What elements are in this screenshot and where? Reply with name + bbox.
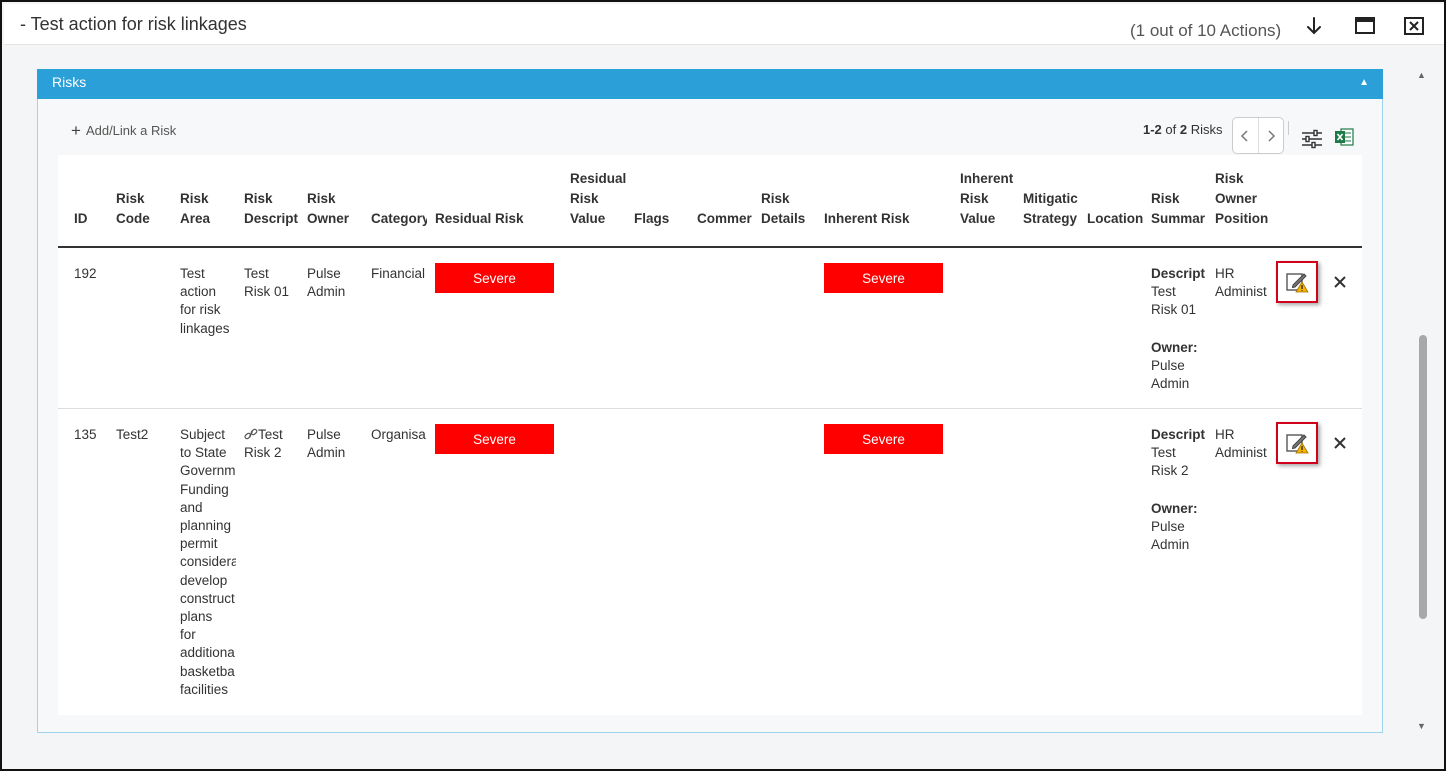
cell-risk-owner: Pulse Admin (307, 427, 346, 461)
col-risk-owner-position[interactable]: Risk Owner Position (1215, 169, 1277, 229)
cell-category: Organisa (371, 427, 426, 442)
maximize-icon[interactable] (1354, 15, 1376, 37)
edit-risk-button[interactable] (1276, 422, 1318, 464)
summary-description-label: Descript (1151, 266, 1206, 281)
risks-panel-title: Risks (52, 74, 87, 90)
col-risk-details[interactable]: Risk Details (761, 189, 821, 229)
cell-risk-area: Test action for risk linkages (180, 266, 230, 336)
plus-icon: + (71, 121, 81, 140)
add-link-risk-label: Add/Link a Risk (85, 123, 177, 138)
cell-risk-description-line-2: Risk 2 (244, 445, 282, 461)
cell-id: 192 (74, 266, 97, 281)
toolbar-divider (1288, 121, 1289, 135)
cell-risk-description-line-1: Test (258, 427, 283, 442)
excel-icon[interactable] (1334, 127, 1354, 147)
col-mitigation-strategy[interactable]: Mitigatic Strategy (1023, 189, 1079, 229)
remove-risk-close-icon[interactable] (1333, 275, 1347, 289)
risks-table: ID Risk Code Risk Area Risk Descript Risk Ow… (58, 155, 1362, 715)
cell-risk-summary: Descript Test Risk 2 Owner: Pulse Admin (1151, 426, 1207, 554)
cell-risk-owner-position: HR Administ (1215, 427, 1267, 461)
chevron-left-icon (1241, 129, 1248, 142)
modal-header: - Test action for risk linkages (1 out o… (4, 4, 1444, 45)
col-flags[interactable]: Flags (634, 209, 694, 229)
col-inherent-risk[interactable]: Inherent Risk (824, 209, 944, 229)
edit-risk-button[interactable] (1276, 261, 1318, 303)
col-risk-owner[interactable]: Risk Owner (307, 189, 365, 229)
modal-window: - Test action for risk linkages (1 out o… (0, 0, 1446, 771)
table-row[interactable]: 135 Test2 Subject to State Governm Funding a… (58, 409, 1362, 715)
pager-of: of (1165, 122, 1177, 137)
cell-risk-code: Test2 (116, 427, 149, 442)
summary-owner: Pulse Admin (1151, 518, 1190, 553)
cell-risk-area: Subject to State Governm Funding and planning… (180, 427, 236, 697)
col-location[interactable]: Location (1087, 209, 1145, 229)
cell-risk-description: Test Risk 01 (244, 266, 290, 300)
summary-description: Test Risk 01 (1151, 284, 1197, 318)
col-risk-code[interactable]: Risk Code (116, 189, 176, 229)
col-residual-risk-value[interactable]: Residual Risk Value (570, 169, 630, 229)
table-row[interactable]: 192 Test action for risk linkages Test Risk … (58, 248, 1362, 409)
residual-risk-badge: Severe (435, 263, 554, 293)
scroll-up-arrow-icon[interactable]: ▲ (1417, 70, 1426, 80)
risks-panel-body: + Add/Link a Risk 1-2 of 2 Risks ID Risk… (37, 99, 1383, 733)
action-counter: (1 out of 10 Actions) (1130, 21, 1282, 40)
prev-page-button[interactable] (1233, 118, 1258, 153)
cell-id: 135 (74, 427, 97, 442)
collapse-caret-icon[interactable]: ▲ (1359, 77, 1369, 88)
col-inherent-risk-value[interactable]: Inherent Risk Value (960, 169, 1020, 229)
col-residual-risk[interactable]: Residual Risk (435, 209, 555, 229)
col-id[interactable]: ID (74, 209, 112, 229)
col-comments[interactable]: Commer (697, 209, 753, 229)
link-icon (244, 428, 258, 440)
cell-risk-summary: Descript Test Risk 01 Owner: Pulse Admin (1151, 265, 1207, 393)
cell-risk-description[interactable]: Test Risk 2 (244, 426, 300, 462)
edit-warning-icon (1286, 434, 1309, 454)
pager-total: 2 (1179, 122, 1188, 137)
cell-risk-owner: Pulse Admin (307, 266, 346, 300)
cell-risk-owner-position: HR Administ (1215, 266, 1267, 300)
risks-panel-header[interactable]: Risks ▲ (37, 69, 1383, 99)
pager-range: 1-2 (1143, 122, 1162, 137)
col-risk-area[interactable]: Risk Area (180, 189, 240, 229)
scroll-down-arrow-icon[interactable]: ▼ (1417, 721, 1426, 731)
pager-summary: 1-2 of 2 Risks (1143, 122, 1223, 137)
cell-category: Financial (371, 266, 426, 281)
edit-warning-icon (1286, 273, 1309, 293)
table-header: ID Risk Code Risk Area Risk Descript Risk Ow… (58, 155, 1362, 248)
summary-description-label: Descript (1151, 427, 1206, 442)
inherent-risk-badge: Severe (824, 263, 943, 293)
add-link-risk-button[interactable]: + Add/Link a Risk (71, 121, 176, 141)
next-page-button[interactable] (1257, 118, 1284, 153)
scrollbar-thumb[interactable] (1419, 335, 1427, 619)
modal-title: - Test action for risk linkages (20, 14, 247, 34)
col-risk-summary[interactable]: Risk Summar (1151, 189, 1207, 229)
sliders-icon[interactable] (1301, 129, 1323, 149)
remove-risk-close-icon[interactable] (1333, 436, 1347, 450)
inherent-risk-badge: Severe (824, 424, 943, 454)
summary-owner: Pulse Admin (1151, 357, 1190, 392)
chevron-right-icon (1268, 129, 1275, 142)
col-category[interactable]: Category (371, 209, 427, 229)
close-icon[interactable] (1403, 15, 1425, 37)
summary-owner-label: Owner: (1151, 339, 1198, 355)
arrow-down-icon[interactable] (1303, 15, 1325, 37)
residual-risk-badge: Severe (435, 424, 554, 454)
summary-description: Test Risk 2 (1151, 445, 1189, 479)
pager-unit: Risks (1190, 122, 1223, 137)
pager-buttons (1232, 117, 1284, 154)
col-risk-description[interactable]: Risk Descript (244, 189, 300, 229)
summary-owner-label: Owner: (1151, 500, 1198, 516)
